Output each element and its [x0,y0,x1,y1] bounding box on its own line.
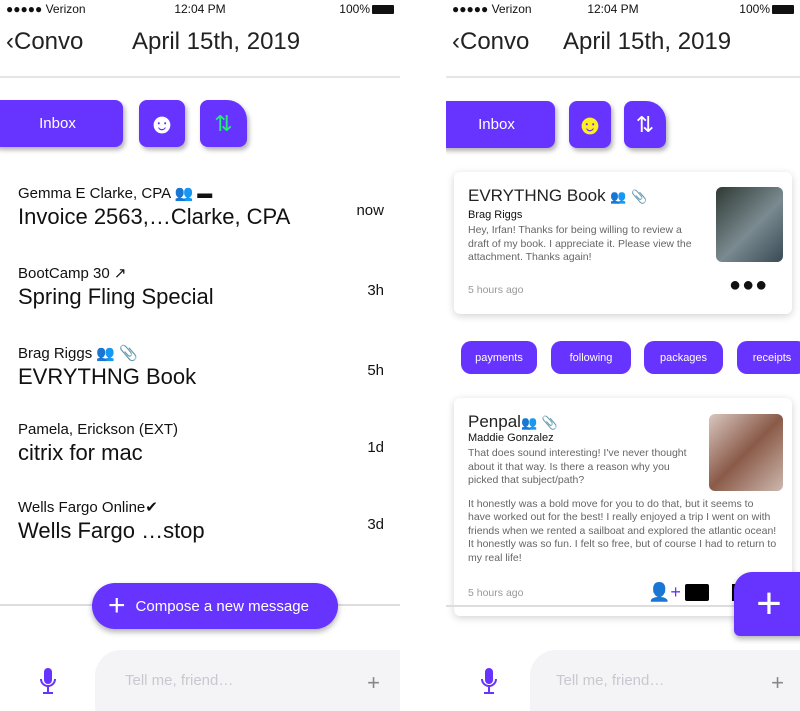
avatar [709,414,783,491]
smiley-icon: ☻ [575,108,605,140]
card-icon: ▬ [197,185,213,202]
chip-packages[interactable]: packages [644,341,723,374]
status-bar: ●●●●● Verizon 12:04 PM 100% [446,2,800,18]
message-input[interactable]: Tell me, friend… + [530,650,800,711]
chip-receipts[interactable]: receipts [737,341,800,374]
emoji-button[interactable]: ☻ [139,100,185,147]
avatar [716,187,783,262]
add-attachment-icon[interactable]: + [771,670,784,696]
add-person-icon[interactable]: 👤+ [648,582,681,603]
divider [446,76,800,78]
message-input[interactable]: Tell me, friend… + [95,650,400,711]
new-message-button[interactable]: + [734,572,800,636]
list-item[interactable]: Wells Fargo Online✔ Wells Fargo …stop 3d [18,498,400,544]
folder-icon[interactable] [685,584,709,601]
message-card[interactable]: EVRYTHNG Book 👥 📎 Brag Riggs Hey, Irfan!… [454,172,792,314]
list-item[interactable]: BootCamp 30 ↗ Spring Fling Special 3h [18,264,400,310]
chip-payments[interactable]: payments [461,341,537,374]
smiley-icon: ☻ [147,107,177,139]
back-button[interactable]: ‹Convo [452,28,529,56]
list-item[interactable]: Brag Riggs 👥 📎 EVRYTHNG Book 5h [18,344,400,390]
sort-button[interactable]: ⇅ [624,101,666,148]
list-item[interactable]: Pamela, Erickson (EXT) citrix for mac 1d [18,421,400,466]
sort-icon: ⇅ [214,110,233,136]
battery-percent: 100% [739,2,770,16]
list-item[interactable]: Gemma E Clarke, CPA 👥 ▬ Invoice 2563,…Cl… [18,184,400,230]
page-title: April 15th, 2019 [132,28,301,55]
back-button[interactable]: ‹Convo [6,28,83,56]
battery-icon [372,5,394,15]
battery-percent: 100% [339,2,370,16]
add-attachment-icon[interactable]: + [367,670,380,696]
group-icon: 👥 [96,345,116,362]
paperclip-icon: 📎 [631,189,648,204]
page-title: April 15th, 2019 [563,28,732,55]
divider [0,76,400,78]
sort-icon: ⇅ [635,111,655,137]
status-bar: ●●●●● Verizon 12:04 PM 100% [0,2,400,18]
external-link-icon: ↗ [113,265,127,282]
inbox-list-screen: ●●●●● Verizon 12:04 PM 100% ‹Convo April… [0,0,400,711]
microphone-icon[interactable] [40,668,56,694]
battery-icon [772,5,794,15]
chip-following[interactable]: following [551,341,631,374]
group-icon: 👥 [520,415,538,430]
microphone-icon[interactable] [481,668,497,694]
group-icon: 👥 [610,189,627,204]
inbox-button[interactable]: Inbox [446,101,555,148]
emoji-button[interactable]: ☻ [569,101,611,148]
compose-button[interactable]: + Compose a new message [92,583,338,629]
paperclip-icon: 📎 [541,415,559,430]
plus-icon: + [756,579,782,628]
inbox-button[interactable]: Inbox [0,100,123,147]
inbox-cards-screen: ●●●●● Verizon 12:04 PM 100% ‹Convo April… [446,0,800,711]
group-icon: 👥 [174,185,194,202]
more-icon[interactable]: ●●● [729,274,768,297]
plus-icon: + [108,589,126,622]
verified-icon: ✔ [145,499,158,516]
paperclip-icon: 📎 [119,345,138,362]
sort-button[interactable]: ⇅ [200,100,247,147]
